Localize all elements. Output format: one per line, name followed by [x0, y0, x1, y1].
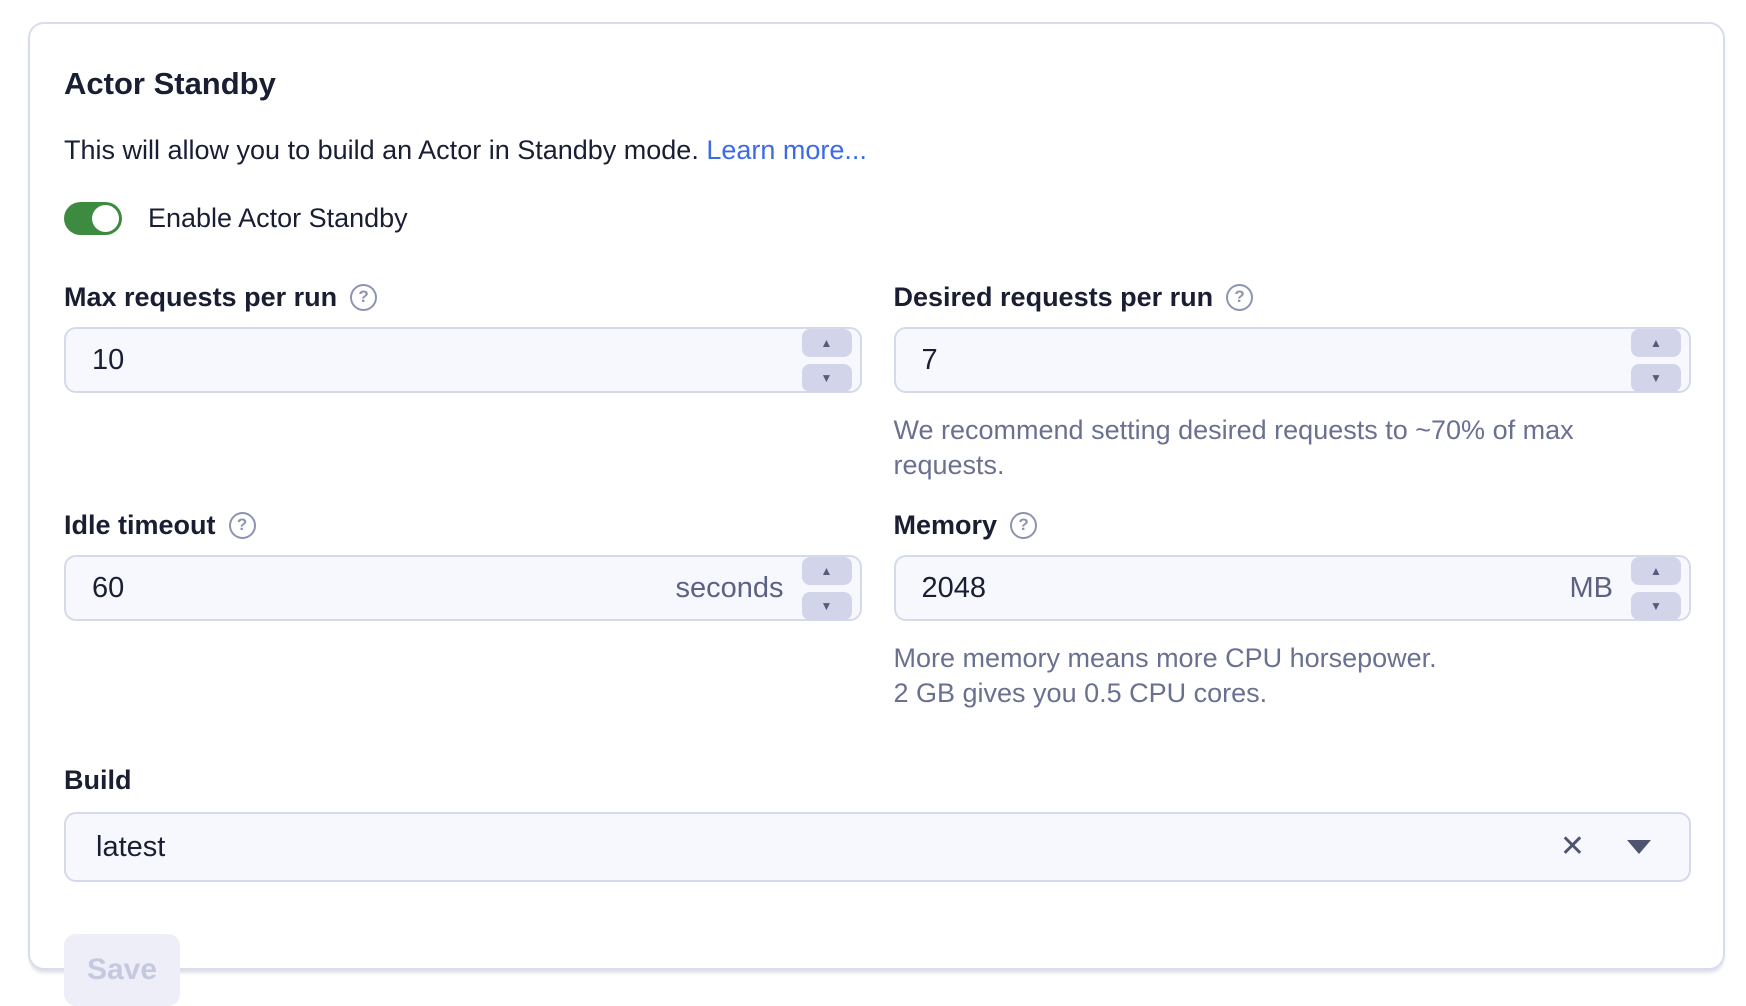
- build-select[interactable]: latest ✕: [64, 812, 1691, 882]
- idle-timeout-label: Idle timeout: [64, 510, 216, 541]
- toggle-label: Enable Actor Standby: [148, 203, 408, 234]
- desired-requests-input-box: ▲ ▼: [894, 327, 1692, 393]
- description-text: This will allow you to build an Actor in…: [64, 135, 699, 165]
- spinner-down-icon[interactable]: ▼: [802, 364, 852, 392]
- memory-helper-line-1: More memory means more CPU horsepower.: [894, 641, 1692, 676]
- toggle-knob: [92, 205, 119, 232]
- max-requests-stepper: ▲ ▼: [802, 329, 852, 392]
- fields-row-2: Idle timeout ? seconds ▲ ▼ Memory ? MB: [64, 509, 1691, 711]
- build-label: Build: [64, 765, 1691, 796]
- spinner-up-icon[interactable]: ▲: [1631, 557, 1681, 585]
- field-build: Build latest ✕: [64, 765, 1691, 882]
- memory-stepper: ▲ ▼: [1631, 557, 1681, 620]
- question-circle-icon[interactable]: ?: [1226, 284, 1253, 311]
- memory-label: Memory: [894, 510, 998, 541]
- clear-icon[interactable]: ✕: [1560, 832, 1585, 862]
- desired-requests-label: Desired requests per run: [894, 282, 1214, 313]
- memory-helper-text: More memory means more CPU horsepower. 2…: [894, 641, 1692, 711]
- spinner-up-icon[interactable]: ▲: [802, 557, 852, 585]
- enable-standby-toggle[interactable]: [64, 202, 122, 235]
- memory-input[interactable]: [922, 572, 1570, 605]
- enable-standby-row: Enable Actor Standby: [64, 202, 1691, 235]
- memory-unit: MB: [1570, 572, 1614, 605]
- desired-requests-input[interactable]: [922, 344, 1632, 377]
- spinner-down-icon[interactable]: ▼: [1631, 592, 1681, 620]
- field-desired-requests: Desired requests per run ? ▲ ▼ We recomm…: [894, 281, 1692, 483]
- max-requests-label: Max requests per run: [64, 282, 337, 313]
- spinner-down-icon[interactable]: ▼: [802, 592, 852, 620]
- memory-input-box: MB ▲ ▼: [894, 555, 1692, 621]
- save-button[interactable]: Save: [64, 934, 180, 1006]
- page-title: Actor Standby: [64, 66, 1691, 102]
- spinner-down-icon[interactable]: ▼: [1631, 364, 1681, 392]
- idle-timeout-input[interactable]: [92, 572, 675, 605]
- fields-row-1: Max requests per run ? ▲ ▼ Desired reque…: [64, 281, 1691, 483]
- idle-timeout-stepper: ▲ ▼: [802, 557, 852, 620]
- question-circle-icon[interactable]: ?: [229, 512, 256, 539]
- field-memory: Memory ? MB ▲ ▼ More memory means more C…: [894, 509, 1692, 711]
- learn-more-link[interactable]: Learn more...: [706, 135, 867, 165]
- build-select-value: latest: [96, 831, 1560, 864]
- spinner-up-icon[interactable]: ▲: [802, 329, 852, 357]
- question-circle-icon[interactable]: ?: [350, 284, 377, 311]
- max-requests-input-box: ▲ ▼: [64, 327, 862, 393]
- chevron-down-icon[interactable]: [1627, 840, 1651, 854]
- desired-requests-stepper: ▲ ▼: [1631, 329, 1681, 392]
- spinner-up-icon[interactable]: ▲: [1631, 329, 1681, 357]
- question-circle-icon[interactable]: ?: [1010, 512, 1037, 539]
- desired-requests-helper-text: We recommend setting desired requests to…: [894, 413, 1692, 483]
- field-idle-timeout: Idle timeout ? seconds ▲ ▼: [64, 509, 862, 711]
- memory-helper-line-2: 2 GB gives you 0.5 CPU cores.: [894, 676, 1692, 711]
- max-requests-input[interactable]: [92, 344, 802, 377]
- idle-timeout-unit: seconds: [675, 572, 783, 605]
- idle-timeout-input-box: seconds ▲ ▼: [64, 555, 862, 621]
- section-description: This will allow you to build an Actor in…: [64, 132, 1691, 168]
- field-max-requests: Max requests per run ? ▲ ▼: [64, 281, 862, 483]
- actor-standby-card: Actor Standby This will allow you to bui…: [28, 22, 1725, 970]
